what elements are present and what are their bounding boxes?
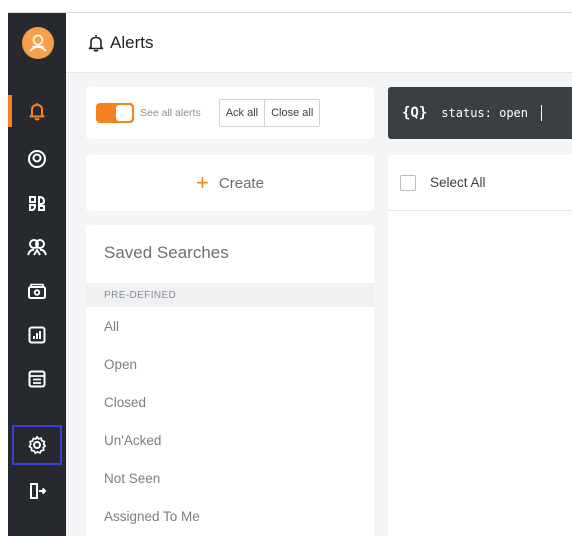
saved-search-not-seen[interactable]: Not Seen [86,459,374,497]
plus-icon: + [196,170,209,195]
see-all-alerts-toggle[interactable] [96,103,134,123]
bell-icon [29,103,45,121]
app-window: Alerts See all alerts Ack all Close all … [8,12,572,536]
sidebar-item-teams[interactable] [8,227,66,267]
page-title: Alerts [110,32,154,52]
saved-search-open[interactable]: Open [86,345,374,383]
user-circle-icon [28,150,46,168]
team-icon [27,239,47,256]
section-header-predefined: PRE-DEFINED [86,283,374,307]
logo-icon[interactable] [22,27,54,59]
sidebar-item-profile[interactable] [8,139,66,179]
sidebar-item-schedules[interactable] [8,359,66,399]
close-all-button[interactable]: Close all [264,100,320,126]
saved-search-unacked[interactable]: Un'Acked [86,421,374,459]
saved-search-assigned-to-me[interactable]: Assigned To Me [86,497,374,535]
select-all-checkbox[interactable] [400,174,416,191]
chart-icon [28,326,46,344]
logout-icon [30,483,47,499]
alert-list-panel: Select All [388,155,572,536]
alert-toolbar: See all alerts Ack all Close all [86,87,374,139]
ack-all-button[interactable]: Ack all [219,100,265,126]
saved-searches-panel: Saved Searches PRE-DEFINED All Open Clos… [86,225,374,536]
saved-search-all[interactable]: All [86,307,374,345]
wallet-icon [28,283,46,299]
create-alert-button[interactable]: + Create [86,155,374,211]
gear-icon [28,435,47,455]
select-all-label[interactable]: Select All [430,175,486,190]
sidebar-item-integrations[interactable] [8,183,66,223]
see-all-alerts-label: See all alerts [140,107,201,119]
alert-list-header: Select All [388,155,572,211]
bell-icon [88,34,104,52]
sidebar-item-settings[interactable] [8,421,66,469]
search-input[interactable] [441,106,572,120]
toggle-knob [116,105,132,121]
sidebar-item-alerts[interactable] [8,91,66,131]
text-caret [541,105,543,121]
sidebar-item-reports[interactable] [8,315,66,355]
create-label: Create [218,174,264,192]
query-icon[interactable]: {Q} [402,105,427,121]
integration-icon [29,195,46,211]
sidebar [8,13,66,536]
calendar-icon [28,370,46,388]
sidebar-item-logout[interactable] [8,471,66,511]
bulk-action-group: Ack all Close all [218,99,321,127]
search-bar: {Q} [388,87,572,139]
saved-searches-title: Saved Searches [104,243,229,262]
page-header: Alerts [66,13,572,73]
saved-search-closed[interactable]: Closed [86,383,374,421]
sidebar-item-billing[interactable] [8,271,66,311]
